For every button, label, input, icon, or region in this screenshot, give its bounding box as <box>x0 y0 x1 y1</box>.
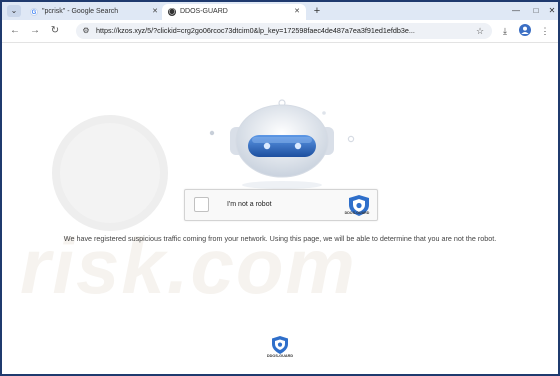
watermark-magnifier <box>52 115 168 231</box>
captcha-widget: I'm not a robot DDOS-GUARD <box>184 189 378 221</box>
menu-kebab-icon[interactable]: ⋮ <box>538 24 552 38</box>
page-content: risk.com I'm not a robot DDOS-GUARD We h… <box>2 43 558 374</box>
address-bar[interactable]: ⚙ https://kzos.xyz/5/?clickid=crg2go06rc… <box>76 23 492 39</box>
new-tab-button[interactable]: + <box>310 4 324 18</box>
close-window-icon[interactable]: ✕ <box>542 4 558 18</box>
google-favicon-icon: G <box>30 8 38 16</box>
footer-ddos-guard-shield-icon <box>272 336 288 354</box>
footer-brand-text: DDOS-GUARD <box>266 354 294 358</box>
forward-arrow-icon[interactable]: → <box>28 24 42 38</box>
suspicious-traffic-notice: We have registered suspicious traffic co… <box>63 234 497 243</box>
download-icon[interactable]: ⤓ <box>498 24 512 38</box>
captcha-brand-text: DDOS-GUARD <box>344 211 370 215</box>
tab-search-menu-icon[interactable]: ⌄ <box>7 5 21 17</box>
ddos-guard-favicon-icon: ◯ <box>168 8 176 16</box>
reload-icon[interactable]: ↻ <box>48 24 62 38</box>
not-robot-checkbox[interactable] <box>194 197 209 212</box>
tab-title: "pcrisk" - Google Search <box>42 8 119 15</box>
tab-strip: ⌄ G "pcrisk" - Google Search ✕ ◯ DDOS-GU… <box>2 2 558 20</box>
profile-avatar-icon[interactable] <box>518 24 532 38</box>
browser-toolbar: ← → ↻ ⚙ https://kzos.xyz/5/?clickid=crg2… <box>2 20 558 43</box>
tab-title: DDOS-GUARD <box>180 8 228 15</box>
tab-ddos-guard[interactable]: ◯ DDOS-GUARD ✕ <box>162 4 306 20</box>
url-text[interactable]: https://kzos.xyz/5/?clickid=crg2go06rcoc… <box>96 23 456 39</box>
robot-illustration <box>209 99 355 189</box>
tab-google-search[interactable]: G "pcrisk" - Google Search ✕ <box>24 4 164 20</box>
tab-close-icon[interactable]: ✕ <box>152 4 158 20</box>
browser-window: ⌄ G "pcrisk" - Google Search ✕ ◯ DDOS-GU… <box>2 2 558 374</box>
bookmark-star-icon[interactable]: ☆ <box>474 25 486 37</box>
site-info-icon[interactable]: ⚙ <box>80 25 92 37</box>
minimize-icon[interactable]: — <box>506 4 526 18</box>
back-arrow-icon[interactable]: ← <box>8 24 22 38</box>
captcha-label: I'm not a robot <box>227 201 272 208</box>
tab-close-icon[interactable]: ✕ <box>294 4 300 20</box>
